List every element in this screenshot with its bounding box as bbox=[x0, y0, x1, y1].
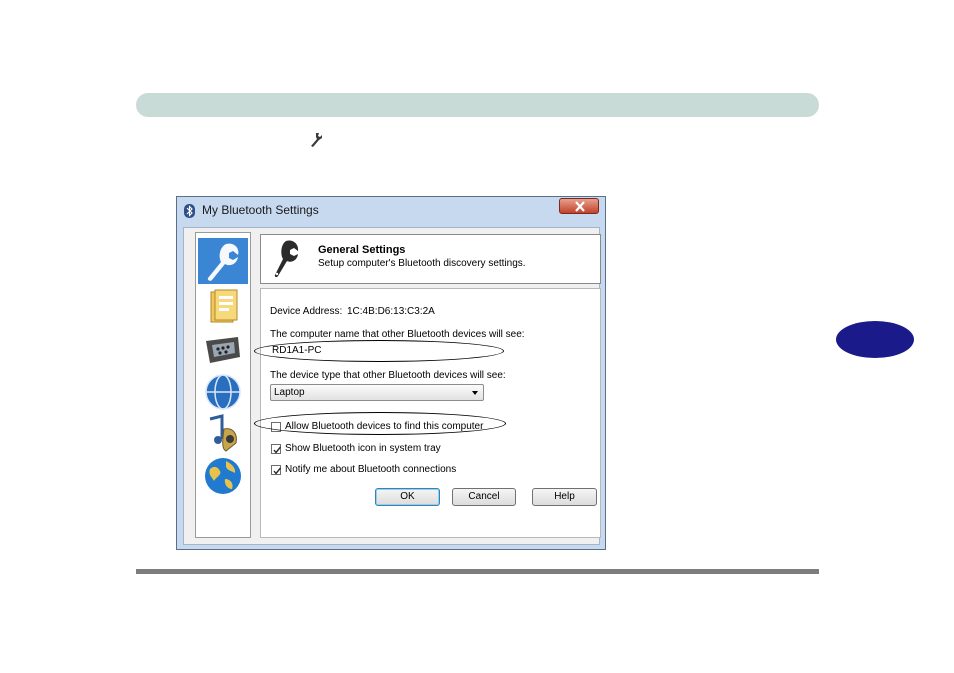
sidebar-item-serial-port[interactable] bbox=[202, 329, 244, 371]
bluetooth-settings-dialog: My Bluetooth Settings General Settings S… bbox=[176, 196, 606, 550]
wrench-icon bbox=[311, 133, 322, 147]
sidebar-item-internet[interactable] bbox=[202, 455, 244, 497]
notify-connections-label: Notify me about Bluetooth connections bbox=[285, 464, 457, 475]
device-type-select[interactable]: Laptop bbox=[270, 384, 484, 401]
ok-button[interactable]: OK bbox=[375, 488, 440, 506]
sidebar-item-audio[interactable] bbox=[202, 413, 244, 455]
dialog-title: My Bluetooth Settings bbox=[202, 203, 319, 217]
dialog-client-area: General Settings Setup computer's Blueto… bbox=[183, 227, 601, 545]
wrench-icon bbox=[207, 243, 239, 281]
serial-port-icon bbox=[206, 337, 240, 363]
globe-icon bbox=[205, 458, 241, 494]
network-globe-icon bbox=[205, 374, 241, 410]
device-type-value: Laptop bbox=[274, 387, 305, 398]
highlight-ellipse bbox=[254, 412, 506, 435]
settings-icon-strip bbox=[195, 232, 251, 538]
device-type-label: The device type that other Bluetooth dev… bbox=[270, 370, 506, 381]
notify-connections-checkbox[interactable] bbox=[271, 465, 282, 475]
section-subtitle: Setup computer's Bluetooth discovery set… bbox=[318, 258, 526, 269]
chapter-tab bbox=[836, 321, 914, 358]
checkmark-icon bbox=[273, 467, 282, 475]
section-title: General Settings bbox=[318, 244, 406, 256]
checkmark-icon bbox=[273, 446, 282, 454]
show-tray-icon-checkbox[interactable] bbox=[271, 444, 282, 454]
music-icon bbox=[209, 414, 237, 452]
page-footer-rule bbox=[136, 569, 819, 574]
dialog-titlebar: My Bluetooth Settings bbox=[177, 197, 605, 225]
page-header-bar bbox=[136, 93, 819, 117]
bluetooth-icon bbox=[184, 204, 195, 218]
sidebar-item-general[interactable] bbox=[198, 238, 248, 284]
wrench-icon bbox=[274, 240, 299, 278]
device-address-label: Device Address: bbox=[270, 306, 343, 317]
cancel-button[interactable]: Cancel bbox=[452, 488, 516, 506]
computer-name-label: The computer name that other Bluetooth d… bbox=[270, 329, 525, 340]
sidebar-item-file-transfer[interactable] bbox=[202, 286, 244, 328]
help-button[interactable]: Help bbox=[532, 488, 597, 506]
highlight-ellipse bbox=[254, 340, 504, 362]
close-icon bbox=[575, 201, 585, 212]
device-address-value: 1C:4B:D6:13:C3:2A bbox=[347, 306, 435, 317]
show-tray-icon-label: Show Bluetooth icon in system tray bbox=[285, 443, 441, 454]
chevron-down-icon bbox=[472, 391, 478, 395]
close-button[interactable] bbox=[559, 198, 599, 214]
sidebar-item-network[interactable] bbox=[202, 371, 244, 413]
folder-icon bbox=[210, 289, 238, 323]
section-header: General Settings Setup computer's Blueto… bbox=[260, 234, 601, 284]
